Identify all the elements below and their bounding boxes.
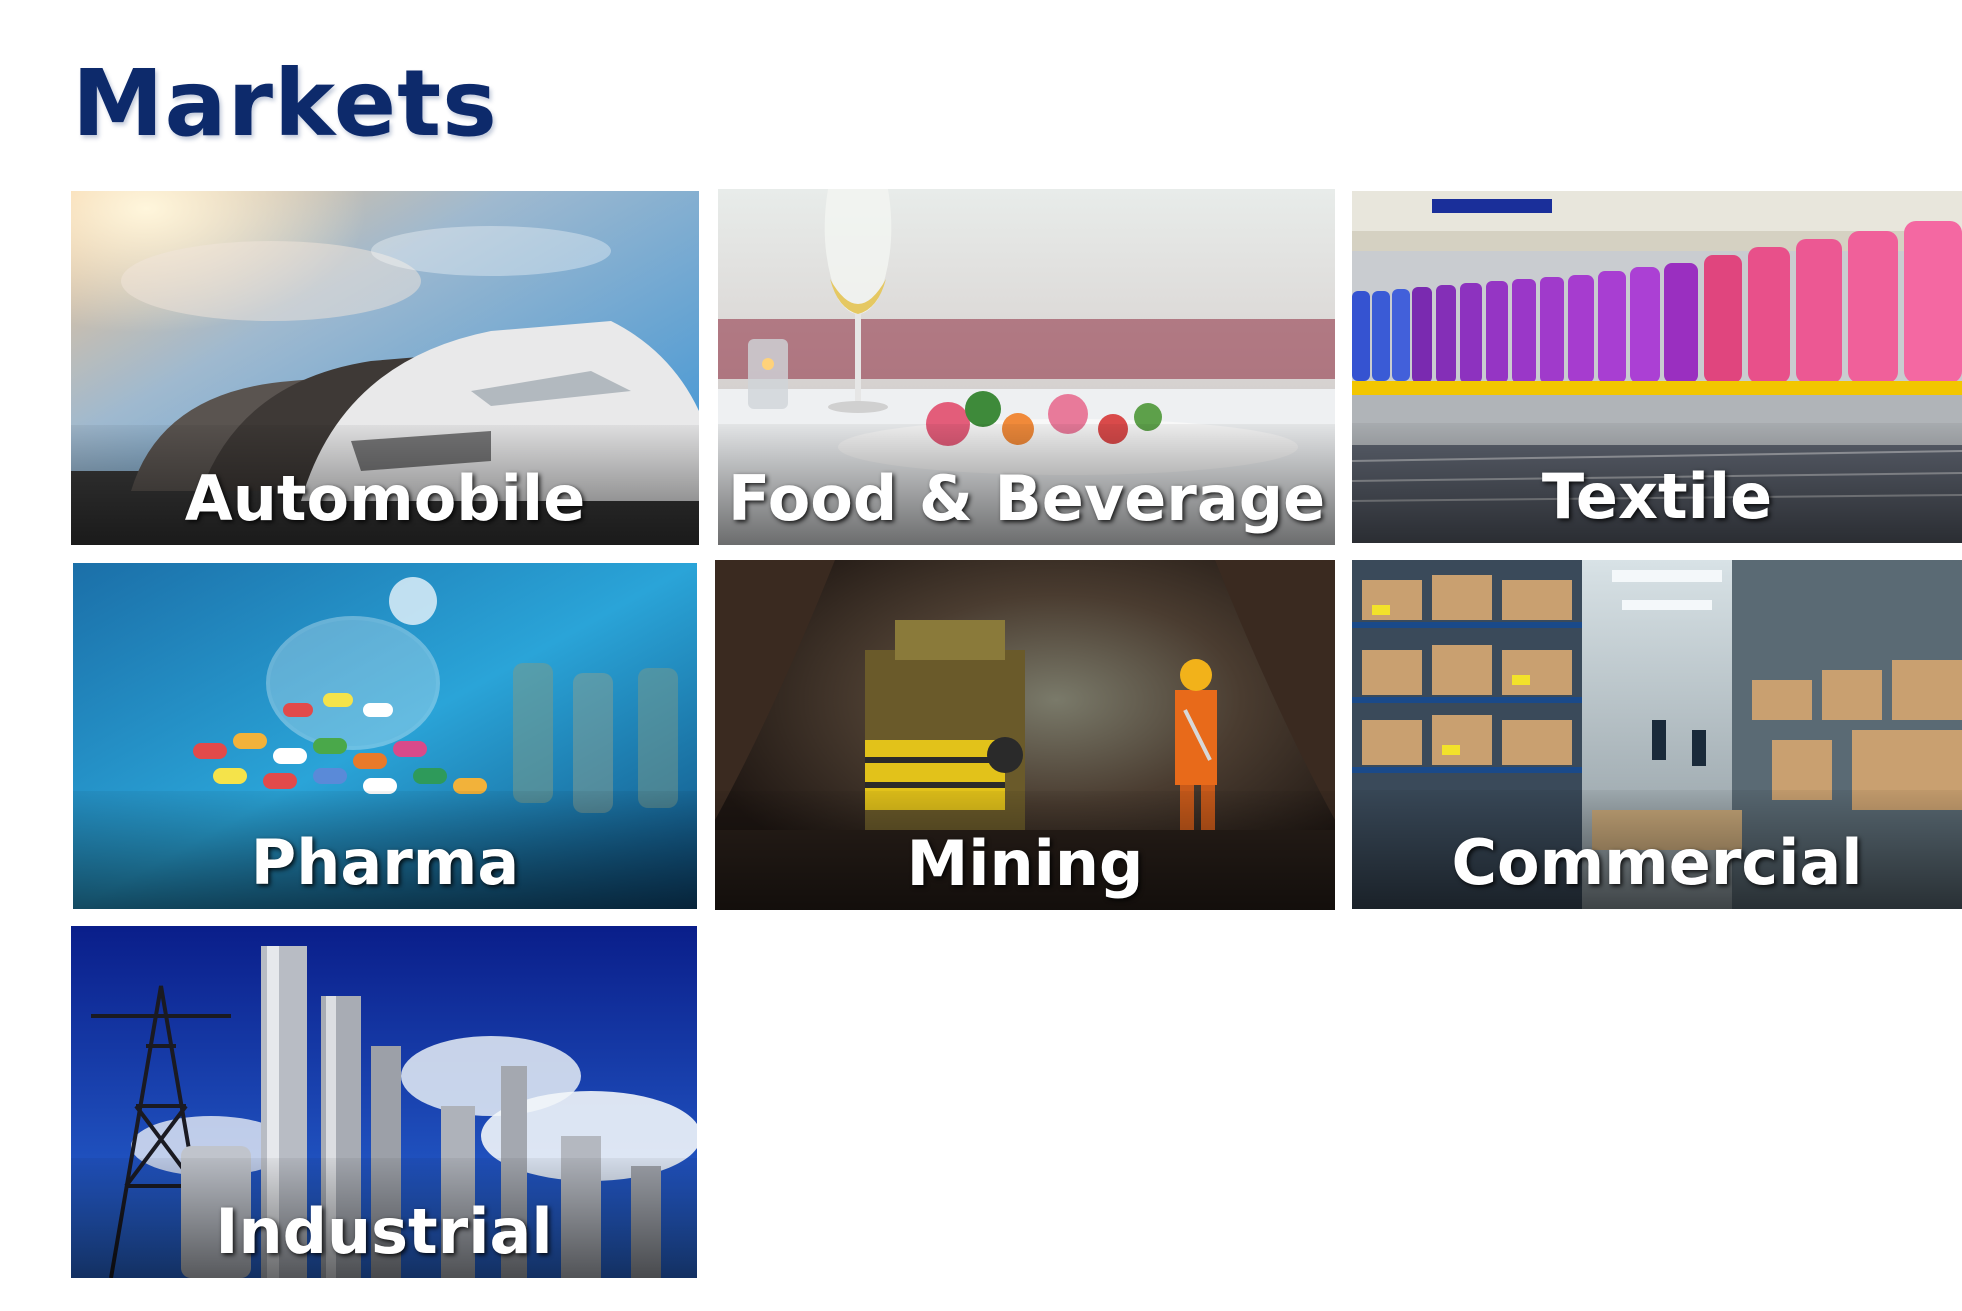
tile-label: Pharma [250,826,520,899]
tile-textile[interactable]: Textile [1352,191,1962,543]
markets-page: Markets Automobile Food & Beverage Texti… [0,0,1962,1311]
tile-mining[interactable]: Mining [715,560,1335,910]
tile-industrial[interactable]: Industrial [71,926,697,1278]
tile-label: Textile [1541,460,1773,533]
tile-label: Industrial [215,1195,553,1268]
tile-automobile[interactable]: Automobile [71,191,699,545]
tile-label: Automobile [184,462,586,535]
tile-commercial[interactable]: Commercial [1352,560,1962,909]
tile-food-beverage[interactable]: Food & Beverage [718,189,1335,545]
tile-label: Mining [906,827,1144,900]
tile-label: Food & Beverage [727,462,1326,535]
page-title: Markets [72,50,498,157]
tile-label: Commercial [1451,826,1863,899]
tile-pharma[interactable]: Pharma [73,563,697,909]
